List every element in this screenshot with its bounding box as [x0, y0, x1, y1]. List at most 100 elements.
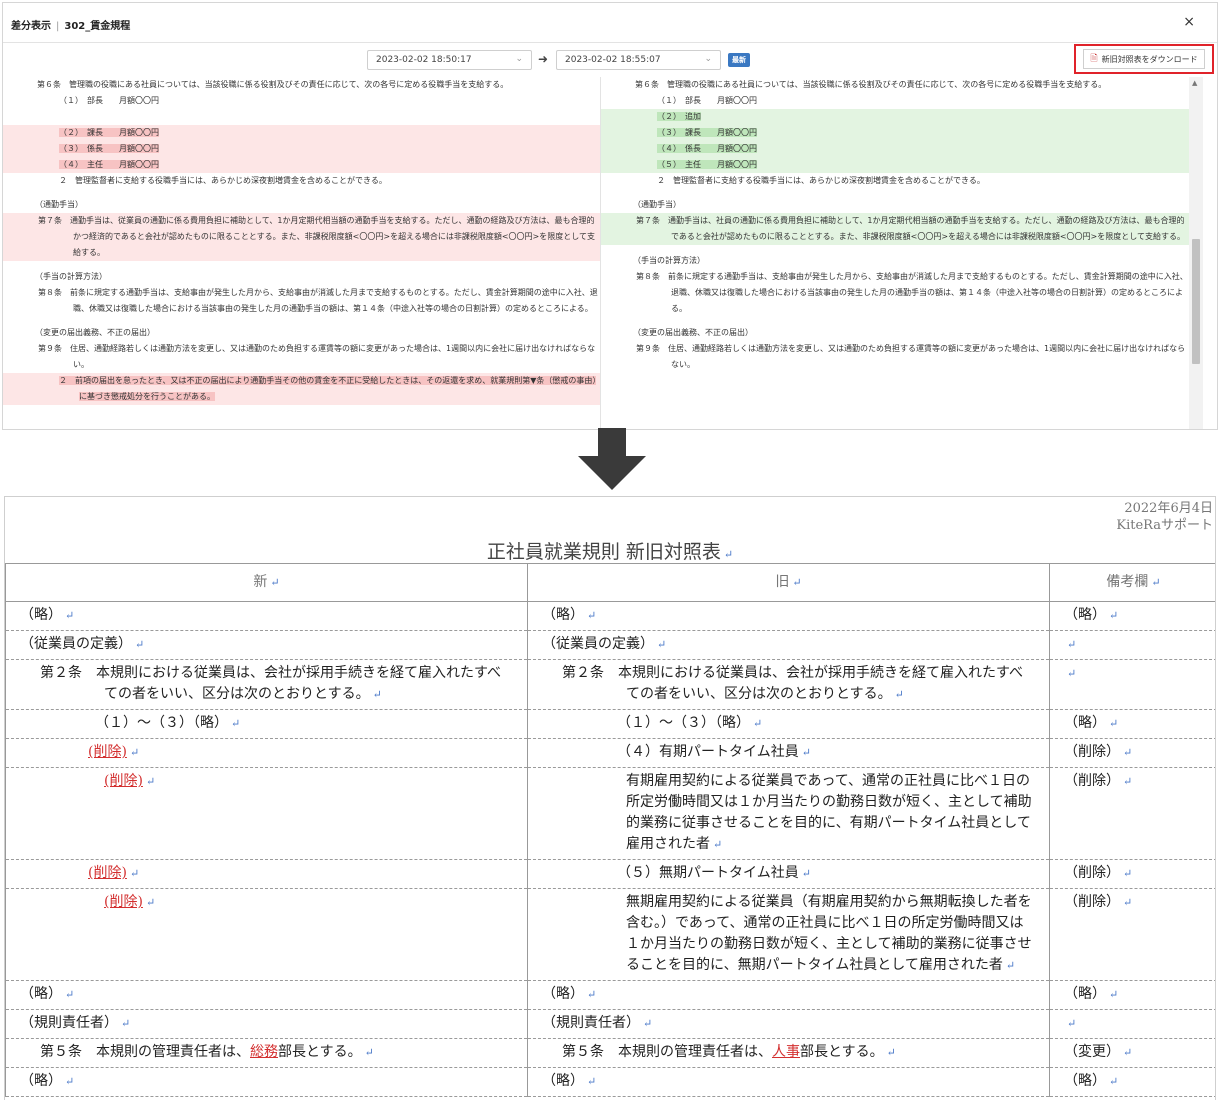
return-mark: ↵: [129, 867, 140, 880]
chevron-down-icon: ⌄: [704, 54, 712, 64]
cell-note: （削除） ↵: [1049, 738, 1215, 768]
dialog-header: 差分表示 | 302_賃金規程 ×: [3, 3, 1217, 43]
cell-text: （１）～（３）（略）: [617, 715, 750, 731]
cell-text: 第５条 本規則の管理責任者は、: [40, 1044, 250, 1060]
table-row: （略） ↵ （略） ↵ （略） ↵: [5, 1067, 1215, 1097]
cell-old: （５）無期パートタイム社員 ↵: [527, 859, 1050, 889]
close-icon[interactable]: ×: [1183, 14, 1195, 30]
cell-text: 新: [253, 574, 268, 590]
cell-new: 第２条 本規則における従業員は、会社が採用手続きを経て雇入れたすべての者をいい、…: [5, 659, 528, 710]
return-mark: ↵: [129, 746, 140, 759]
cell-text: （削除）: [1064, 744, 1120, 760]
column-header-note: 備考欄 ↵: [1049, 563, 1215, 602]
cell-text: （略）: [1064, 607, 1106, 623]
cell-text: （削除）: [1064, 894, 1120, 910]
to-version-select[interactable]: 2023-02-02 18:55:07 ⌄: [556, 50, 721, 70]
table-row: (削除) ↵ （４）有期パートタイム社員 ↵ （削除） ↵: [5, 738, 1215, 768]
return-mark: ↵: [372, 688, 382, 701]
cell-text: （変更）: [1064, 1044, 1120, 1060]
cell-text: （規則責任者）: [542, 1015, 640, 1031]
cell-old: （規則責任者） ↵: [527, 1009, 1050, 1039]
table-row: (削除) ↵ 有期雇用契約による従業員であって、通常の正社員に比べ１日の所定労働時…: [5, 767, 1215, 860]
cell-new: （従業員の定義） ↵: [5, 630, 528, 660]
cell-text: （１）～（３）（略）: [95, 715, 228, 731]
changed-text: 総務: [250, 1044, 278, 1060]
scroll-up-icon[interactable]: ▲: [1192, 79, 1197, 87]
cell-old: 第５条 本規則の管理責任者は、人事部長とする。 ↵: [527, 1038, 1050, 1068]
cell-text: （略）: [20, 986, 62, 1002]
scrollbar-thumb[interactable]: [1192, 239, 1200, 364]
cell-text: （略）: [542, 1073, 584, 1089]
cell-text: 第２条 本規則における従業員は、会社が採用手続きを経て雇入れたすべての者をいい、…: [562, 665, 1024, 702]
new-version-pane[interactable]: 第６条 管理職の役職にある社員については、当該役職に係る役割及びその責任に応じて…: [601, 77, 1189, 429]
return-mark: ↵: [587, 609, 597, 622]
cell-note: （変更） ↵: [1049, 1038, 1215, 1068]
return-mark: ↵: [801, 746, 811, 759]
return-mark: ↵: [792, 576, 802, 589]
cell-note: （略） ↵: [1049, 980, 1215, 1010]
return-mark: ↵: [135, 638, 145, 651]
cell-text: 第５条 本規則の管理責任者は、: [562, 1044, 772, 1060]
deleted-line: （３） 係長 月額〇〇円: [3, 141, 600, 157]
cell-text: （略）: [20, 1073, 62, 1089]
added-line: （４） 係長 月額〇〇円: [601, 141, 1189, 157]
cell-text: 有期雇用契約による従業員であって、通常の正社員に比べ１日の所定労働時間又は１か月…: [626, 773, 1032, 852]
cell-note: （略） ↵: [1049, 601, 1215, 631]
cell-text: 備考欄: [1106, 574, 1149, 590]
vertical-scrollbar[interactable]: ▲: [1189, 77, 1203, 429]
return-mark: ↵: [801, 867, 811, 880]
section-heading: （変更の届出義務、不正の届出）: [633, 328, 753, 337]
cell-new: （規則責任者） ↵: [5, 1009, 528, 1039]
section-heading: （通勤手当）: [633, 200, 681, 209]
column-header-new: 新 ↵: [5, 563, 528, 602]
table-row: （規則責任者） ↵ （規則責任者） ↵ ↵: [5, 1009, 1215, 1039]
cell-text: （削除）: [1064, 773, 1120, 789]
comparison-document: 2022年6月4日 KiteRaサポート 正社員就業規則 新旧対照表 ↵ 新 ↵ 旧…: [4, 496, 1216, 1100]
cell-new: (削除) ↵: [5, 888, 528, 981]
cell-text: 無期雇用契約による従業員（有期雇用契約から無期転換した者を含む。）であって、通常…: [626, 894, 1032, 973]
document-title-text: 正社員就業規則 新旧対照表: [486, 541, 721, 563]
return-mark: ↵: [65, 1075, 75, 1088]
from-version-select[interactable]: 2023-02-02 18:50:17 ⌄: [367, 50, 532, 70]
added-line: （３） 課長 月額〇〇円: [601, 125, 1189, 141]
return-mark: ↵: [1005, 959, 1016, 972]
table-row: (削除) ↵ （５）無期パートタイム社員 ↵ （削除） ↵: [5, 859, 1215, 889]
download-label: 新旧対照表をダウンロード: [1101, 54, 1198, 64]
return-mark: ↵: [270, 576, 280, 589]
deleted-line: （４） 主任 月額〇〇円: [3, 157, 600, 173]
section-heading: （手当の計算方法）: [633, 256, 705, 265]
diff-panes: 第６条 管理職の役職にある社員については、当該役職に係る役割及びその責任に応じて…: [3, 77, 1217, 429]
table-row: 第５条 本規則の管理責任者は、総務部長とする。 ↵ 第５条 本規則の管理責任者は、…: [5, 1038, 1215, 1068]
diff-line: 第８条 前条に規定する通勤手当は、支給事由が発生した月から、支給事由が消滅した月…: [636, 272, 1188, 313]
cell-new: (削除) ↵: [5, 767, 528, 860]
return-mark: ↵: [1109, 988, 1119, 1001]
table-row: （従業員の定義） ↵ （従業員の定義） ↵ ↵: [5, 630, 1215, 660]
return-mark: ↵: [1067, 638, 1077, 651]
cell-text: （略）: [542, 607, 584, 623]
diff-line: 第９条 住居、通勤経路若しくは通勤方法を変更し、又は通勤のため負担する運賃等の額…: [636, 344, 1186, 369]
document-author: KiteRaサポート: [1116, 518, 1213, 533]
document-icon: 🗎: [1090, 54, 1098, 64]
cell-new: (削除) ↵: [5, 738, 528, 768]
return-mark: ↵: [723, 548, 734, 561]
return-mark: ↵: [1123, 746, 1133, 759]
arrow-right-icon: ➜: [538, 52, 549, 66]
added-line: （５） 主任 月額〇〇円: [601, 157, 1189, 173]
cell-text: （従業員の定義）: [542, 636, 654, 652]
cell-new: （略） ↵: [5, 1067, 528, 1097]
return-mark: ↵: [145, 896, 156, 909]
diff-line: 第６条 管理職の役職にある社員については、当該役職に係る役割及びその責任に応じて…: [37, 80, 509, 89]
return-mark: ↵: [145, 775, 156, 788]
cell-old: （略） ↵: [527, 601, 1050, 631]
download-comparison-button[interactable]: 🗎 新旧対照表をダウンロード: [1083, 49, 1205, 69]
to-version-value: 2023-02-02 18:55:07: [565, 55, 661, 65]
old-version-pane[interactable]: 第６条 管理職の役職にある社員については、当該役職に係る役割及びその責任に応じて…: [3, 77, 601, 429]
cell-text: （５）無期パートタイム社員: [617, 865, 799, 881]
cell-text: 第２条 本規則における従業員は、会社が採用手続きを経て雇入れたすべての者をいい、…: [40, 665, 502, 702]
diff-line: 第９条 住居、通勤経路若しくは通勤方法を変更し、又は通勤のため負担する運賃等の額…: [38, 344, 596, 369]
cell-note: （略） ↵: [1049, 1067, 1215, 1097]
cell-text: 旧: [775, 574, 790, 590]
diff-line: ２ 管理監督者に支給する役職手当には、あらかじめ深夜割増賃金を含めることができる…: [59, 176, 387, 185]
cell-note: （略） ↵: [1049, 709, 1215, 739]
return-mark: ↵: [1067, 667, 1077, 680]
